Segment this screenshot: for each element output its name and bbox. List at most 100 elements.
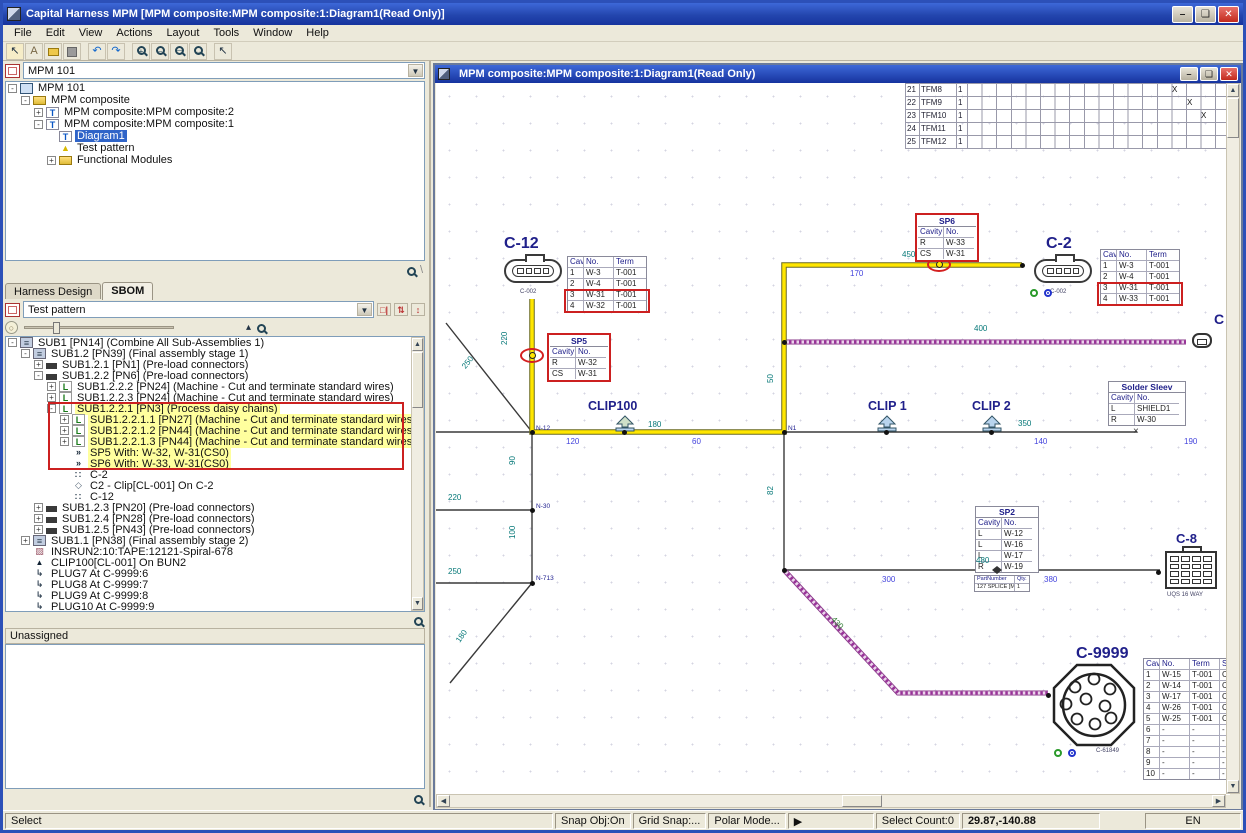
project-combobox[interactable]: MPM 101 ▼ [23,62,425,79]
play-indicator[interactable]: ▶ [788,813,874,829]
pointer-button[interactable]: ↖ [214,43,232,60]
menu-item[interactable]: Actions [109,26,159,40]
bulb-icon[interactable]: ○ [5,321,18,334]
menu-item[interactable]: Layout [159,26,206,40]
tree-row[interactable]: - SUB1.2 [PN39] (Final assembly stage 1) [6,348,411,359]
menu-item[interactable]: File [7,26,39,40]
scrollbar-thumb[interactable] [412,352,423,408]
save-button[interactable] [63,43,81,60]
tree-row[interactable]: + SUB1.2.3 [PN20] (Pre-load connectors) [6,502,411,513]
expander-icon[interactable] [21,591,30,600]
tree-item-label[interactable]: Test pattern [75,142,136,154]
sp6-table[interactable]: SP6 CavityNo. RW-33CSW-31 [915,213,979,262]
scroll-right-arrow[interactable]: ▶ [1212,795,1225,807]
tree-row[interactable]: CLIP100[CL-001] On BUN2 [6,557,411,568]
expander-icon[interactable]: + [21,536,30,545]
connector-label-c8[interactable]: C-8 [1176,531,1197,546]
redo-button[interactable]: ↷ [107,43,125,60]
annotate-button[interactable]: A [25,43,43,60]
zoom-in-button[interactable]: + [132,43,150,60]
splice-part-table[interactable]: PartNumberQty. 127 SPLICE [M]1 [974,575,1030,592]
expander-icon[interactable]: - [47,404,56,413]
expander-icon[interactable]: + [60,415,69,424]
tree-row[interactable]: + SUB1.2.1 [PN1] (Pre-load connectors) [6,359,411,370]
title-bar[interactable]: Capital Harness MPM [MPM composite:MPM c… [3,3,1243,25]
slider-thumb[interactable] [53,322,60,334]
tree-row[interactable]: - MPM 101 [6,82,424,94]
project-tree[interactable]: - MPM 101 - MPM composite + MPM composit… [5,81,425,261]
expander-icon[interactable] [21,580,30,589]
tree-item-label[interactable]: PLUG10 At C-9999:9 [49,601,156,612]
splice-sp5-marker[interactable] [520,348,544,363]
connector-label-c9999[interactable]: C-9999 [1076,645,1128,663]
scrollbar-thumb[interactable] [1227,98,1239,138]
find-icon[interactable] [257,324,266,333]
expander-icon[interactable]: + [47,393,56,402]
expander-icon[interactable]: + [34,360,43,369]
expander-icon[interactable]: - [34,120,43,129]
expander-icon[interactable]: + [34,108,43,117]
expander-icon[interactable]: + [47,382,56,391]
scroll-left-arrow[interactable]: ◀ [437,795,450,807]
tree-row[interactable]: + SUB1.1 [PN38] (Final assembly stage 2) [6,535,411,546]
tree-row[interactable]: PLUG8 At C-9999:7 [6,579,411,590]
tree-row[interactable]: C-12 [6,491,411,502]
expander-icon[interactable] [60,459,69,468]
tree-item-label[interactable]: MPM 101 [36,82,87,94]
tree-row[interactable]: + SUB1.2.2.2 [PN24] (Machine - Cut and t… [6,381,411,392]
sbom-tree[interactable]: - SUB1 [PN14] (Combine All Sub-Assemblie… [6,337,411,611]
tree-row[interactable]: - SUB1.2.2.1 [PN3] (Process daisy chains… [6,403,411,414]
diagram-hscrollbar[interactable]: ◀ ▶ [436,794,1226,808]
tree-row[interactable]: + SUB1.2.2.3 [PN24] (Machine - Cut and t… [6,392,411,403]
connector-c12[interactable] [504,259,562,283]
menu-item[interactable]: Tools [206,26,246,40]
expander-icon[interactable]: + [34,503,43,512]
minimize-button[interactable]: – [1172,6,1193,23]
tree-row[interactable]: INSRUN2:10:TAPE:12121-Spiral-678 [6,546,411,557]
tree-item-label[interactable]: MPM composite:MPM composite:2 [62,106,236,118]
scroll-down-arrow[interactable]: ▼ [412,597,423,610]
diagram-vscrollbar[interactable]: ▲ ▼ [1226,83,1240,794]
connector-stub[interactable] [1192,333,1212,348]
scroll-up-arrow[interactable]: ▲ [412,338,423,351]
connector-label-c12[interactable]: C-12 [504,235,539,253]
scrollbar-thumb[interactable] [842,795,882,807]
c12-wire-table[interactable]: CavNo.Term 1W-3T-0012W-4T-0013W-31T-0014… [567,256,647,312]
chevron-down-icon[interactable]: ▼ [408,64,423,77]
zoom-area-button[interactable]: ▭ [170,43,188,60]
expander-icon[interactable]: + [34,514,43,523]
restore-button[interactable]: ❏ [1195,6,1216,23]
tfm-allocation-table[interactable]: 20TFM71 21TFM81 22TFM91 23TFM101 [905,83,1230,149]
tree-row[interactable]: - MPM composite [6,94,424,106]
connector-c8[interactable] [1165,551,1217,589]
tree-row[interactable]: C-2 [6,469,411,480]
polar-mode-toggle[interactable]: Polar Mode... [708,813,785,829]
search-icon[interactable] [407,267,416,276]
menu-item[interactable]: View [72,26,110,40]
menu-item[interactable]: Help [299,26,336,40]
grid-snap-toggle[interactable]: Grid Snap:... [633,813,707,829]
zoom-out-button[interactable]: – [151,43,169,60]
tree-row[interactable]: + SUB1.2.2.1.2 [PN44] (Machine - Cut and… [6,425,411,436]
diagram-canvas[interactable]: 20TFM71 21TFM81 22TFM91 23TFM101 [436,83,1230,795]
expander-icon[interactable]: - [8,338,17,347]
open-folder-button[interactable] [44,43,62,60]
snap-toggle[interactable]: Snap Obj:On [555,813,631,829]
expander-icon[interactable] [60,492,69,501]
collapse-all-icon[interactable]: ↕ [411,303,425,316]
detail-slider[interactable] [24,326,174,329]
compare-icon[interactable]: □| [377,303,391,316]
tree-row[interactable]: + SUB1.2.5 [PN43] (Pre-load connectors) [6,524,411,535]
resize-grip[interactable]: \ [420,264,423,276]
tree-row[interactable]: Diagram1 [6,130,424,142]
connector-c9999[interactable] [1052,663,1136,750]
tree-row[interactable]: + SUB1.2.4 [PN28] (Pre-load connectors) [6,513,411,524]
tree-row[interactable]: + MPM composite:MPM composite:2 [6,106,424,118]
expand-all-icon[interactable]: ⇅ [394,303,408,316]
expander-icon[interactable] [60,481,69,490]
tree-row[interactable]: - SUB1.2.2 [PN6] (Pre-load connectors) [6,370,411,381]
zoom-fit-button[interactable]: ↔ [189,43,207,60]
scroll-down-arrow[interactable]: ▼ [1227,780,1239,793]
expander-icon[interactable] [21,558,30,567]
tree-row[interactable]: SP6 With: W-33, W-31(CS0) [6,458,411,469]
